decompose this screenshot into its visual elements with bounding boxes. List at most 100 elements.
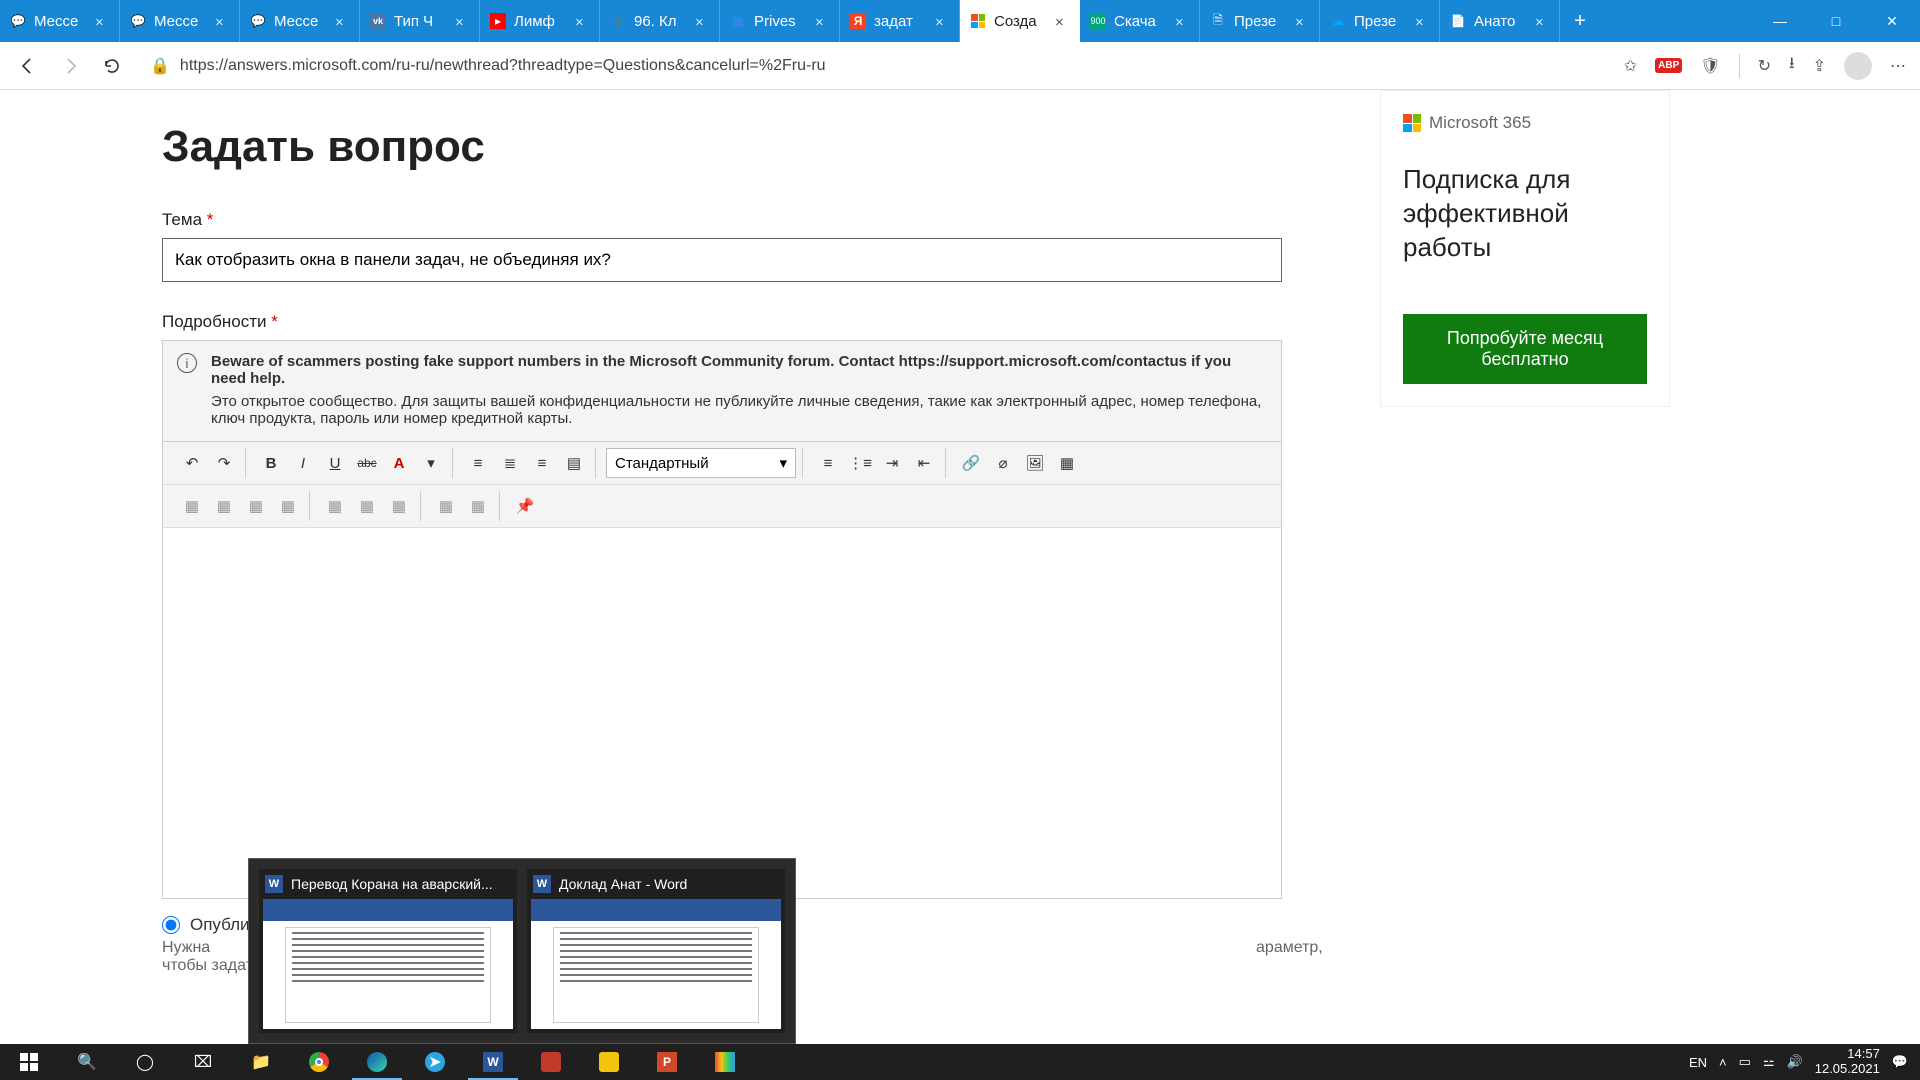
table-split-v-button[interactable]: ▦ [463,491,493,521]
tab-10[interactable]: 🗎Презе× [1200,0,1320,42]
close-icon[interactable]: × [95,14,109,28]
more-icon[interactable]: ⋯ [1890,56,1906,76]
align-center-button[interactable]: ≣ [495,448,525,478]
powerpoint-button[interactable]: P [638,1044,696,1080]
tab-2[interactable]: 💬Мессе× [240,0,360,42]
font-color-button[interactable]: A [384,448,414,478]
image-button[interactable]: 🖼 [1020,448,1050,478]
tray-chevron-icon[interactable]: ˄ [1719,1055,1727,1070]
window-maximize-button[interactable]: □ [1808,0,1864,42]
close-icon[interactable]: × [1535,14,1549,28]
align-left-button[interactable]: ≡ [463,448,493,478]
explorer-button[interactable]: 📁 [232,1044,290,1080]
close-icon[interactable]: × [575,14,589,28]
tab-7[interactable]: Язадат× [840,0,960,42]
unlink-button[interactable]: ⌀ [988,448,1018,478]
tab-9[interactable]: 900Скача× [1080,0,1200,42]
table-cell-button[interactable]: ▦ [241,491,271,521]
shield-icon[interactable]: 🛡 [1700,56,1720,76]
close-icon[interactable]: × [455,14,469,28]
cortana-button[interactable]: ◯ [116,1044,174,1080]
language-indicator[interactable]: EN [1689,1055,1707,1070]
bold-button[interactable]: B [256,448,286,478]
close-icon[interactable]: × [1055,14,1069,28]
table-insert-col-button[interactable]: ▦ [352,491,382,521]
tab-1[interactable]: 💬Мессе× [120,0,240,42]
downloads-icon[interactable]: ⭳ [1789,52,1795,79]
window-close-button[interactable]: ✕ [1864,0,1920,42]
word-button[interactable]: W [464,1044,522,1080]
close-icon[interactable]: × [935,14,949,28]
preview-card-0[interactable]: WПеревод Корана на аварский... [259,869,517,1033]
tab-4[interactable]: ▸Лимф× [480,0,600,42]
share-icon[interactable]: ⇪ [1813,56,1826,76]
history-icon[interactable]: ↻ [1758,56,1771,76]
indent-button[interactable]: ⇥ [877,448,907,478]
new-tab-button[interactable]: + [1560,0,1600,42]
app-button-1[interactable] [522,1044,580,1080]
refresh-button[interactable] [98,52,126,80]
outdent-button[interactable]: ⇤ [909,448,939,478]
preview-card-1[interactable]: WДоклад Анат - Word [527,869,785,1033]
table-merge-button[interactable]: ▦ [273,491,303,521]
clear-format-button[interactable]: 📌 [510,491,540,521]
align-right-button[interactable]: ≡ [527,448,557,478]
profile-avatar[interactable] [1844,52,1872,80]
start-button[interactable] [0,1044,58,1080]
adblock-icon[interactable]: ABP [1655,58,1682,73]
chrome-button[interactable] [290,1044,348,1080]
tab-0[interactable]: 💬Мессе× [0,0,120,42]
table-delete-button[interactable]: ▦ [384,491,414,521]
tab-8[interactable]: Созда× [960,0,1080,42]
promo-cta-button[interactable]: Попробуйте месяц бесплатно [1403,314,1647,384]
close-icon[interactable]: × [215,14,229,28]
table-split-h-button[interactable]: ▦ [431,491,461,521]
table-button[interactable]: ▦ [1052,448,1082,478]
forward-button[interactable] [56,52,84,80]
table-insert-row-button[interactable]: ▦ [320,491,350,521]
editor-body[interactable] [163,528,1281,898]
font-color-dropdown[interactable]: ▾ [416,448,446,478]
tab-12[interactable]: 📄Анато× [1440,0,1560,42]
link-button[interactable]: 🔗 [956,448,986,478]
search-button[interactable]: 🔍 [58,1044,116,1080]
italic-button[interactable]: I [288,448,318,478]
clock[interactable]: 14:57 12.05.2021 [1815,1047,1880,1077]
network-icon[interactable]: ⚍ [1763,1054,1775,1070]
app-button-3[interactable] [696,1044,754,1080]
edge-button[interactable] [348,1044,406,1080]
battery-icon[interactable]: ▭ [1739,1054,1751,1070]
numbered-list-button[interactable]: ≡ [813,448,843,478]
table-col-button[interactable]: ▦ [209,491,239,521]
task-view-button[interactable]: ⌧ [174,1044,232,1080]
tab-3[interactable]: vkТип Ч× [360,0,480,42]
app-button-2[interactable] [580,1044,638,1080]
paragraph-style-select[interactable]: Стандартный ▾ [606,448,796,478]
back-button[interactable] [14,52,42,80]
close-icon[interactable]: × [335,14,349,28]
close-icon[interactable]: × [1415,14,1429,28]
redo-button[interactable]: ↷ [209,448,239,478]
align-justify-button[interactable]: ▤ [559,448,589,478]
tab-11[interactable]: ☁Презе× [1320,0,1440,42]
favorite-icon[interactable]: ✩ [1624,56,1637,76]
close-icon[interactable]: × [1295,14,1309,28]
action-center-icon[interactable]: 💬 [1892,1054,1908,1070]
close-icon[interactable]: × [1175,14,1189,28]
table-row-button[interactable]: ▦ [177,491,207,521]
publish-radio[interactable] [162,916,180,934]
tab-5[interactable]: S96. Кл× [600,0,720,42]
underline-button[interactable]: U [320,448,350,478]
chevron-down-icon: ▾ [427,454,435,472]
close-icon[interactable]: × [695,14,709,28]
volume-icon[interactable]: 🔊 [1787,1054,1803,1070]
bullet-list-button[interactable]: ⋮≡ [845,448,875,478]
subject-input[interactable] [162,238,1282,282]
url-box[interactable]: 🔒 https://answers.microsoft.com/ru-ru/ne… [140,49,1610,83]
undo-button[interactable]: ↶ [177,448,207,478]
window-minimize-button[interactable]: — [1752,0,1808,42]
tab-6[interactable]: ▦Prives× [720,0,840,42]
strike-button[interactable]: abc [352,448,382,478]
telegram-button[interactable]: ➤ [406,1044,464,1080]
close-icon[interactable]: × [815,14,829,28]
